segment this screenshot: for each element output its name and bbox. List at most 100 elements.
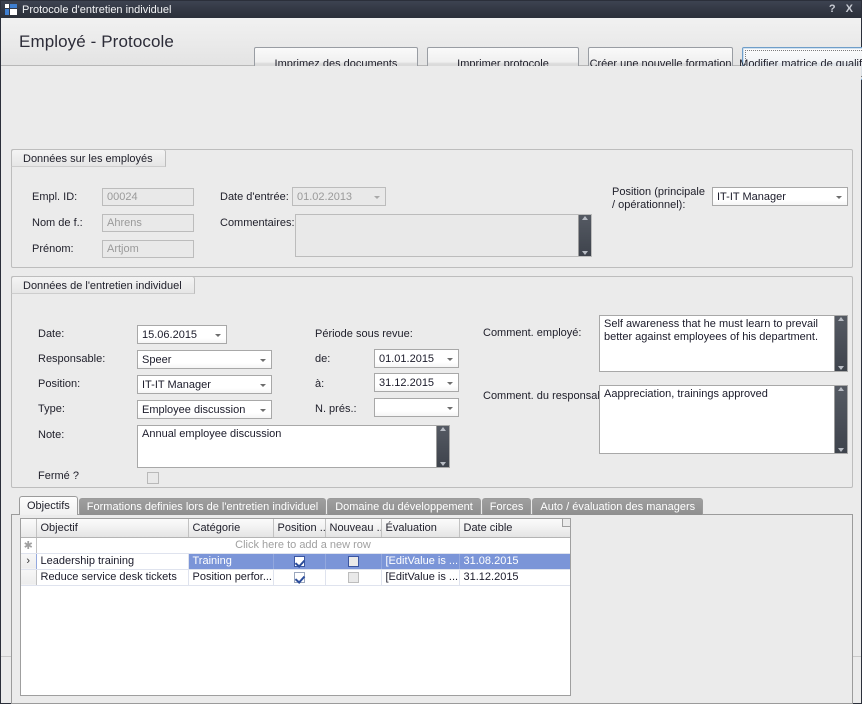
manager-combobox[interactable]: Speer xyxy=(137,350,272,369)
chevron-down-icon xyxy=(260,384,266,387)
chevron-down-icon xyxy=(447,382,453,385)
grid-header: Objectif Catégorie Position ... Nouveau … xyxy=(21,519,570,537)
new-row-hint[interactable]: Click here to add a new row xyxy=(36,537,570,553)
tab-objectifs[interactable]: Objectifs xyxy=(19,496,78,515)
empl-id-field[interactable]: 00024 xyxy=(102,188,194,206)
period-label: Période sous revue: xyxy=(315,328,413,340)
scroll-down-icon[interactable] xyxy=(582,251,588,255)
chevron-down-icon xyxy=(447,407,453,410)
interview-data-group: Données de l'entretien individuel Date: … xyxy=(11,276,853,488)
page-body: Données sur les employés Empl. ID: 00024… xyxy=(1,66,861,656)
nouveau-checkbox[interactable] xyxy=(348,572,359,583)
closed-checkbox[interactable] xyxy=(147,472,159,484)
grid-col-evaluation[interactable]: Évaluation xyxy=(381,519,459,537)
manager-value: Speer xyxy=(142,354,171,366)
close-icon[interactable]: X xyxy=(846,4,853,15)
chevron-down-icon xyxy=(447,358,453,361)
cell-categorie[interactable]: Training xyxy=(188,553,273,569)
type-value: Employee discussion xyxy=(142,404,245,416)
grid-col-position[interactable]: Position ... xyxy=(273,519,325,537)
scroll-up-icon[interactable] xyxy=(582,216,588,220)
tab-forces[interactable]: Forces xyxy=(482,498,532,515)
attendees-field[interactable] xyxy=(374,398,459,417)
cell-objectif[interactable]: Leadership training xyxy=(36,553,188,569)
date-field[interactable]: 15.06.2015 xyxy=(137,325,227,344)
position-label: Position (principale / opérationnel): xyxy=(612,186,707,212)
scroll-down-icon[interactable] xyxy=(440,462,446,466)
chevron-down-icon xyxy=(260,359,266,362)
manager-comment-textarea[interactable]: Aappreciation, trainings approved xyxy=(599,385,848,454)
grid-corner xyxy=(562,519,570,527)
objectives-table: Objectif Catégorie Position ... Nouveau … xyxy=(21,519,571,586)
tab-domaine-developpement[interactable]: Domaine du développement xyxy=(327,498,481,515)
grid-col-date-cible[interactable]: Date cible xyxy=(459,519,570,537)
grid-col-objectif[interactable]: Objectif xyxy=(36,519,188,537)
note-textarea[interactable]: Annual employee discussion xyxy=(137,425,450,468)
page-header: Employé - Protocole Imprimez des documen… xyxy=(1,18,861,66)
page-title: Employé - Protocole xyxy=(19,32,174,52)
manager-label: Responsable: xyxy=(38,353,105,365)
table-row[interactable]: Reduce service desk tickets Position per… xyxy=(21,569,570,585)
scroll-up-icon[interactable] xyxy=(440,427,446,431)
cell-date-cible[interactable]: 31.08.2015 xyxy=(459,553,570,569)
cell-evaluation[interactable]: [EditValue is ... xyxy=(381,553,459,569)
cell-nouveau[interactable] xyxy=(325,553,381,569)
cell-nouveau[interactable] xyxy=(325,569,381,585)
last-name-field[interactable]: Ahrens xyxy=(102,214,194,232)
chevron-down-icon xyxy=(374,196,380,199)
tab-page-objectifs: Objectif Catégorie Position ... Nouveau … xyxy=(11,514,853,704)
window-grid-icon xyxy=(5,4,17,15)
date-label: Date: xyxy=(38,328,64,340)
cell-categorie[interactable]: Position perfor... xyxy=(188,569,273,585)
period-to-field[interactable]: 31.12.2015 xyxy=(374,373,459,392)
grid-header-row: Objectif Catégorie Position ... Nouveau … xyxy=(21,519,570,537)
entry-date-label: Date d'entrée: xyxy=(220,191,289,203)
scroll-down-icon[interactable] xyxy=(838,448,844,452)
first-name-label: Prénom: xyxy=(32,243,74,255)
cell-position[interactable] xyxy=(273,553,325,569)
scroll-down-icon[interactable] xyxy=(838,366,844,370)
cell-position[interactable] xyxy=(273,569,325,585)
grid-col-nouveau[interactable]: Nouveau ... xyxy=(325,519,381,537)
date-value: 15.06.2015 xyxy=(142,329,197,341)
interview-position-combobox[interactable]: IT-IT Manager xyxy=(137,375,272,394)
manager-comment-scrollbar[interactable] xyxy=(834,386,847,453)
row-indicator-icon: › xyxy=(21,553,36,569)
note-text: Annual employee discussion xyxy=(138,426,435,443)
entry-date-value: 01.02.2013 xyxy=(297,191,352,203)
nouveau-checkbox[interactable] xyxy=(348,556,359,567)
period-from-value: 01.01.2015 xyxy=(379,353,434,365)
position-combobox[interactable]: IT-IT Manager xyxy=(712,187,848,206)
period-from-label: de: xyxy=(315,353,330,365)
first-name-field[interactable]: Artjom xyxy=(102,240,194,258)
employee-comment-scrollbar[interactable] xyxy=(834,316,847,371)
period-from-field[interactable]: 01.01.2015 xyxy=(374,349,459,368)
note-scrollbar[interactable] xyxy=(436,426,449,467)
position-checkbox[interactable] xyxy=(294,572,305,583)
grid-body: ✱ Click here to add a new row › Leadersh… xyxy=(21,537,570,585)
table-row[interactable]: › Leadership training Training [EditValu… xyxy=(21,553,570,569)
position-checkbox[interactable] xyxy=(294,556,305,567)
grid-col-categorie[interactable]: Catégorie xyxy=(188,519,273,537)
new-row-indicator-icon: ✱ xyxy=(21,537,36,553)
objectives-grid[interactable]: Objectif Catégorie Position ... Nouveau … xyxy=(20,518,571,696)
comments-scrollbar[interactable] xyxy=(578,215,591,256)
period-to-value: 31.12.2015 xyxy=(379,377,434,389)
tab-formations[interactable]: Formations definies lors de l'entretien … xyxy=(79,498,326,515)
grid-new-row[interactable]: ✱ Click here to add a new row xyxy=(21,537,570,553)
cell-objectif[interactable]: Reduce service desk tickets xyxy=(36,569,188,585)
scroll-up-icon[interactable] xyxy=(838,387,844,391)
tab-auto-evaluation[interactable]: Auto / évaluation des managers xyxy=(532,498,703,515)
manager-comment-label: Comment. du responsable: xyxy=(483,390,615,402)
comments-textarea[interactable] xyxy=(295,214,592,257)
type-combobox[interactable]: Employee discussion xyxy=(137,400,272,419)
entry-date-field[interactable]: 01.02.2013 xyxy=(292,187,386,206)
employee-data-group: Données sur les employés Empl. ID: 00024… xyxy=(11,149,853,268)
cell-evaluation[interactable]: [EditValue is ... xyxy=(381,569,459,585)
help-icon[interactable]: ? xyxy=(829,4,836,15)
scroll-up-icon[interactable] xyxy=(838,317,844,321)
interview-data-caption: Données de l'entretien individuel xyxy=(11,276,195,294)
period-to-label: à: xyxy=(315,378,324,390)
employee-comment-textarea[interactable]: Self awareness that he must learn to pre… xyxy=(599,315,848,372)
cell-date-cible[interactable]: 31.12.2015 xyxy=(459,569,570,585)
